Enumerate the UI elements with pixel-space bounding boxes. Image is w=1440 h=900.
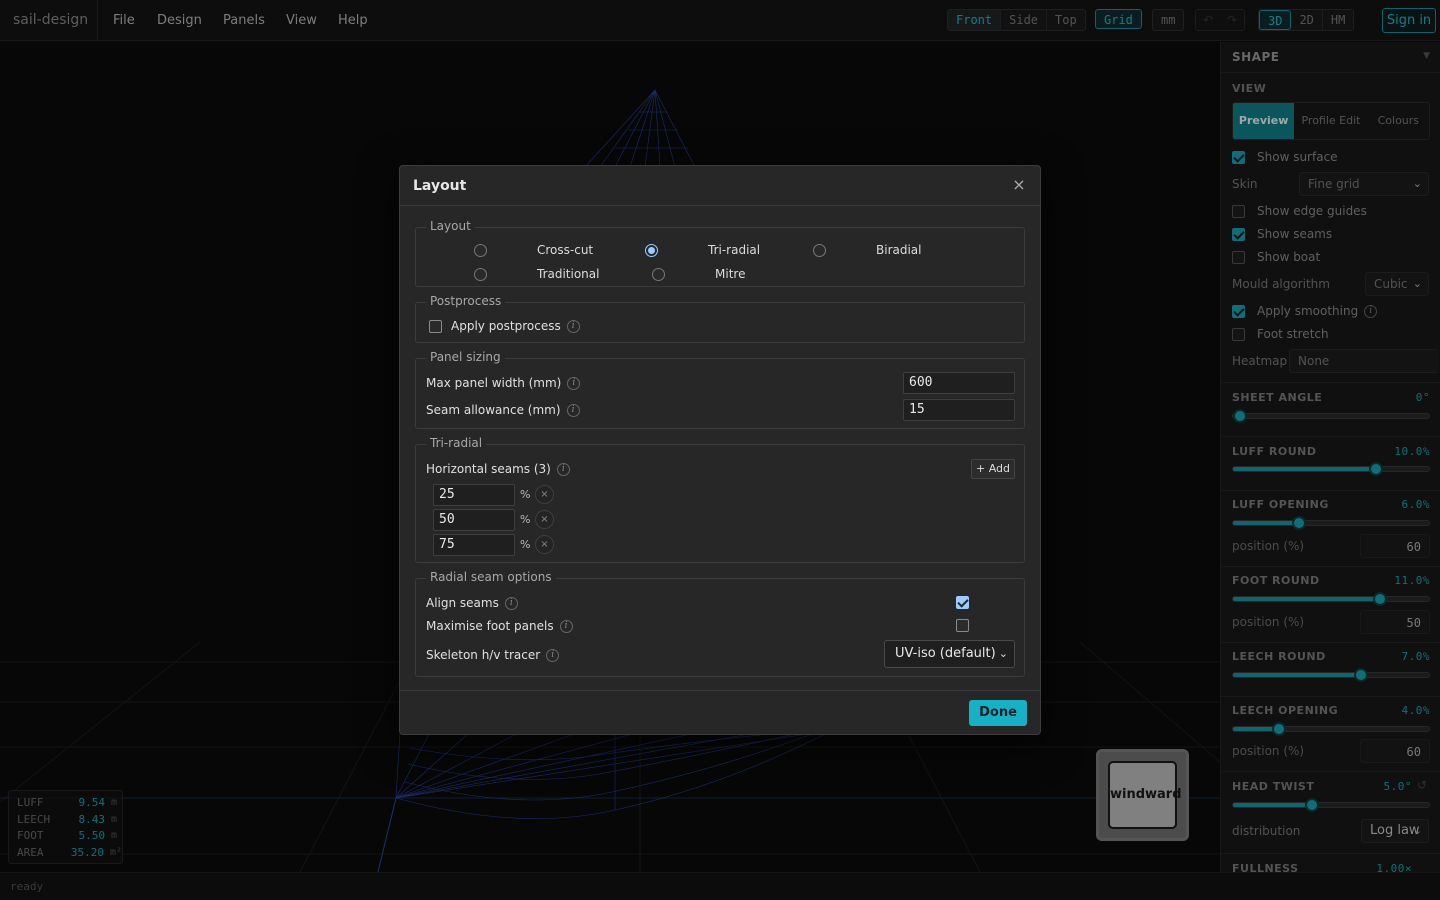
tracer-select[interactable]: UV-iso (default) ⌄ bbox=[884, 640, 1015, 668]
tracer-value: UV-iso (default) bbox=[895, 646, 996, 661]
seam-input-3[interactable]: 75 bbox=[433, 534, 515, 556]
maximise-foot-row: Maximise foot panels i bbox=[426, 619, 573, 633]
radio-traditional[interactable] bbox=[474, 268, 487, 281]
group-legend: Radial seam options bbox=[426, 570, 556, 584]
max-width-row: Max panel width (mm) i bbox=[426, 376, 581, 390]
cross-cut-label[interactable]: Cross-cut bbox=[537, 243, 593, 257]
seam-allowance-input[interactable]: 15 bbox=[903, 399, 1015, 421]
apply-postprocess-row: Apply postprocess i bbox=[451, 319, 580, 333]
add-seam-button[interactable]: + Add bbox=[971, 459, 1015, 479]
max-panel-width-input[interactable]: 600 bbox=[903, 372, 1015, 394]
close-icon[interactable]: × bbox=[1010, 176, 1028, 194]
percent-label: % bbox=[520, 538, 531, 551]
radio-mitre[interactable] bbox=[652, 268, 665, 281]
group-legend: Layout bbox=[426, 219, 475, 233]
traditional-label[interactable]: Traditional bbox=[537, 267, 599, 281]
biradial-label[interactable]: Biradial bbox=[876, 243, 922, 257]
info-icon[interactable]: i bbox=[567, 376, 581, 390]
radio-cross-cut[interactable] bbox=[474, 244, 487, 257]
group-legend: Tri-radial bbox=[426, 436, 487, 450]
seam-allowance-row: Seam allowance (mm) i bbox=[426, 403, 580, 417]
maximise-foot-checkbox[interactable] bbox=[956, 619, 969, 632]
remove-seam-2-icon[interactable]: × bbox=[535, 510, 554, 529]
tri-radial-group: Tri-radial Horizontal seams (3) i + Add 2… bbox=[415, 436, 1025, 563]
info-icon[interactable]: i bbox=[556, 462, 570, 476]
postprocess-group: Postprocess Apply postprocess i bbox=[415, 294, 1025, 343]
seam-input-1[interactable]: 25 bbox=[433, 484, 515, 506]
group-legend: Panel sizing bbox=[426, 350, 505, 364]
dialog-title: Layout bbox=[413, 178, 467, 194]
info-icon[interactable]: i bbox=[504, 596, 518, 610]
apply-postprocess-checkbox[interactable] bbox=[429, 320, 442, 333]
info-icon[interactable]: i bbox=[559, 619, 573, 633]
layout-dialog: Layout × Layout Cross-cut Tri-radial Bir… bbox=[399, 165, 1041, 735]
dialog-footer: Done bbox=[400, 690, 1040, 734]
dialog-header: Layout × bbox=[400, 166, 1040, 206]
group-legend: Postprocess bbox=[426, 294, 506, 308]
radio-tri-radial[interactable] bbox=[645, 244, 658, 257]
percent-label: % bbox=[520, 513, 531, 526]
radial-seam-options-group: Radial seam options Align seams i Maximis… bbox=[415, 570, 1025, 677]
tracer-label: Skeleton h/v tracer bbox=[426, 648, 541, 662]
info-icon[interactable]: i bbox=[566, 319, 580, 333]
apply-postprocess-label[interactable]: Apply postprocess bbox=[451, 319, 561, 333]
radio-biradial[interactable] bbox=[813, 244, 826, 257]
tri-radial-label[interactable]: Tri-radial bbox=[708, 243, 760, 257]
info-icon[interactable]: i bbox=[546, 648, 560, 662]
horizontal-seams-label: Horizontal seams (3) bbox=[426, 462, 551, 476]
max-width-label: Max panel width (mm) bbox=[426, 376, 562, 390]
chevron-down-icon: ⌄ bbox=[998, 647, 1008, 660]
percent-label: % bbox=[520, 488, 531, 501]
align-seams-row: Align seams i bbox=[426, 596, 518, 610]
done-button[interactable]: Done bbox=[969, 700, 1027, 726]
mitre-label[interactable]: Mitre bbox=[715, 267, 745, 281]
remove-seam-1-icon[interactable]: × bbox=[535, 485, 554, 504]
align-seams-checkbox[interactable] bbox=[956, 596, 969, 609]
seam-allowance-label: Seam allowance (mm) bbox=[426, 403, 561, 417]
remove-seam-3-icon[interactable]: × bbox=[535, 535, 554, 554]
seam-input-2[interactable]: 50 bbox=[433, 509, 515, 531]
info-icon[interactable]: i bbox=[566, 403, 580, 417]
horizontal-seams-row: Horizontal seams (3) i bbox=[426, 462, 570, 476]
align-seams-label: Align seams bbox=[426, 596, 499, 610]
tracer-row: Skeleton h/v tracer i bbox=[426, 648, 560, 662]
panel-sizing-group: Panel sizing Max panel width (mm) i 600 S… bbox=[415, 350, 1025, 429]
layout-group: Layout Cross-cut Tri-radial Biradial Tra… bbox=[415, 219, 1025, 287]
maximise-foot-label: Maximise foot panels bbox=[426, 619, 554, 633]
